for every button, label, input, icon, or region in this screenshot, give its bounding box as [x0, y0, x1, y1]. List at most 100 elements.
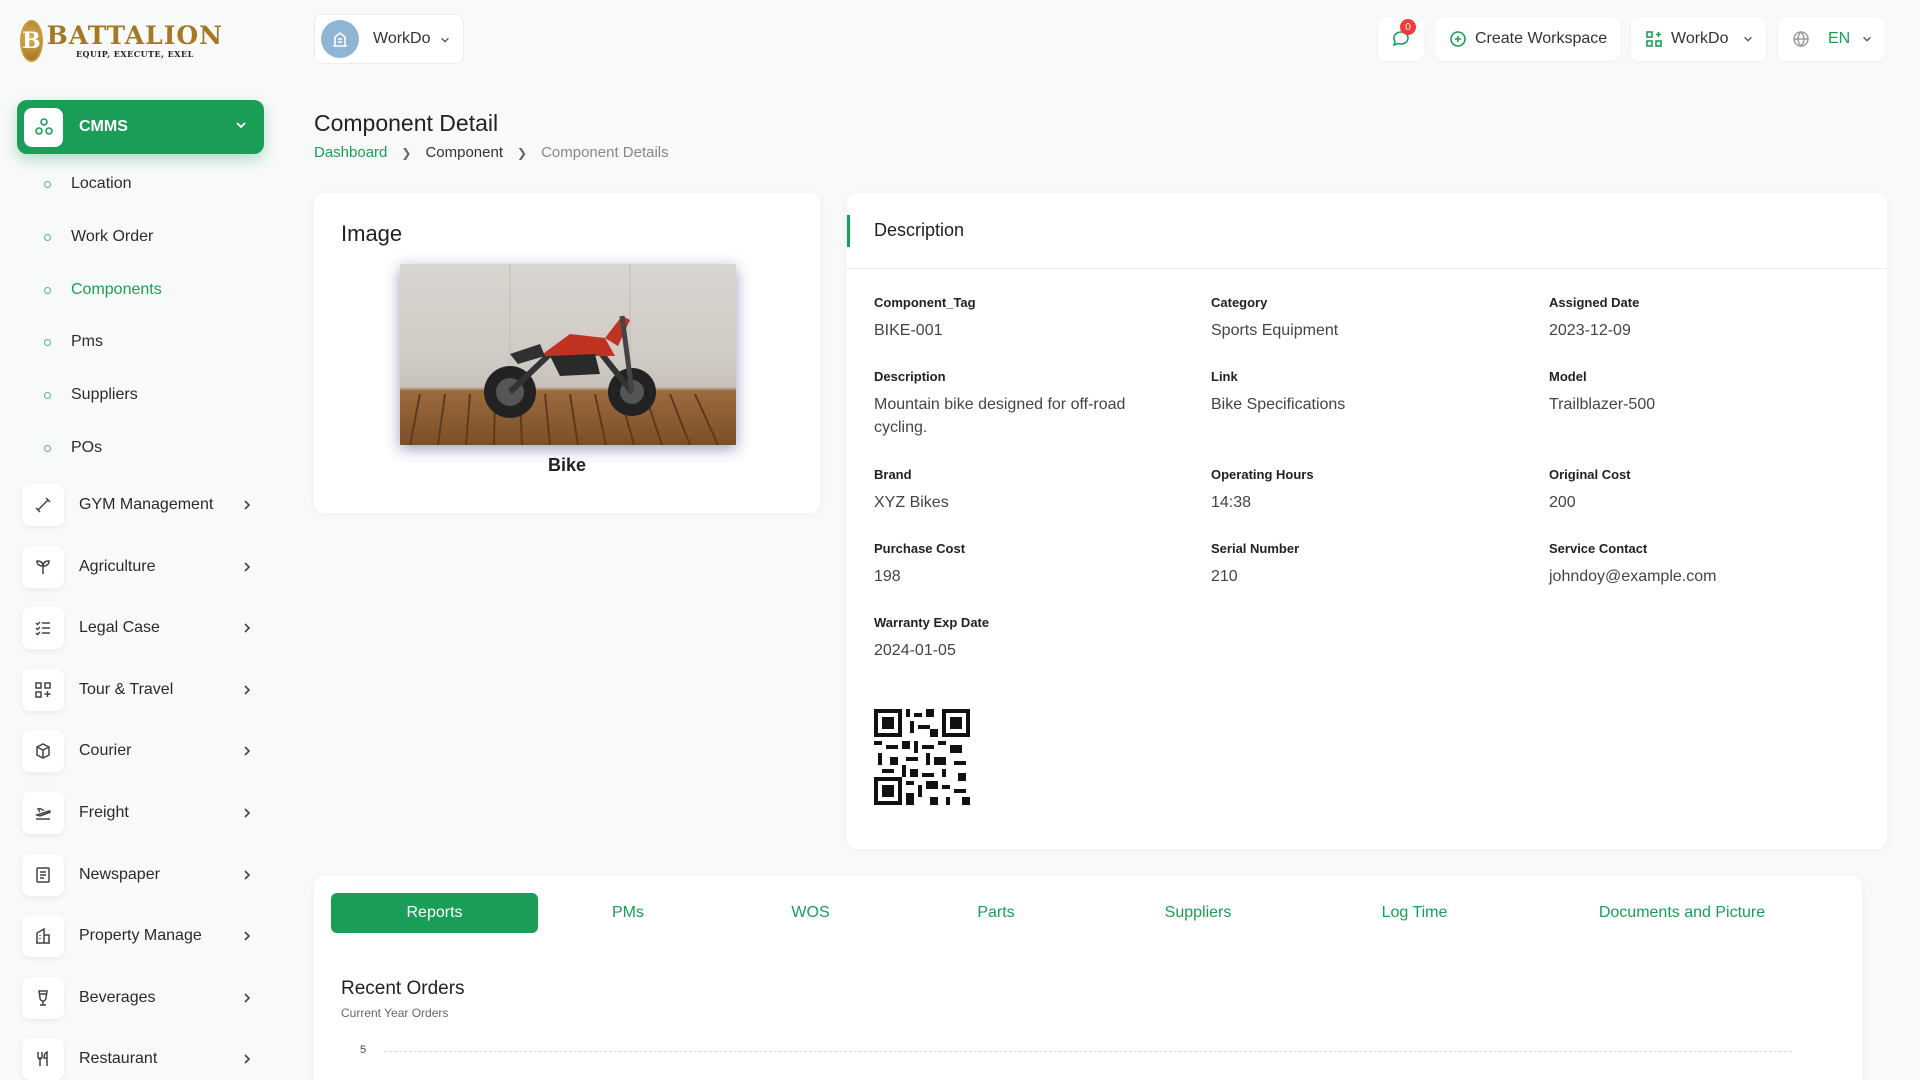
chevron-down-icon — [441, 37, 449, 43]
chart-gridline — [384, 1051, 1792, 1052]
field-value: 198 — [874, 568, 901, 585]
chevron-right-icon — [244, 870, 251, 880]
sidebar-subitem-components[interactable]: Components — [44, 278, 162, 302]
field-description: Description Mountain bike designed for o… — [874, 369, 1154, 439]
field-value[interactable]: Bike Specifications — [1211, 393, 1511, 416]
image-card-heading: Image — [341, 221, 403, 246]
sidebar-item-freight[interactable]: Freight — [22, 790, 262, 836]
logo-title: BATTALION — [46, 21, 224, 50]
plant-icon — [22, 546, 64, 588]
sidebar-subitem-label: Location — [71, 175, 132, 192]
field-value: johndoy@example.com — [1549, 568, 1717, 585]
brand-logo[interactable]: B BATTALION EQUIP, EXECUTE, EXEL — [20, 18, 224, 64]
field-label: Serial Number — [1211, 541, 1300, 556]
sidebar-item-legal-case[interactable]: Legal Case — [22, 605, 262, 651]
breadcrumb: Dashboard ❯ Component ❯ Component Detail… — [314, 144, 669, 161]
breadcrumb-separator-icon: ❯ — [517, 145, 528, 160]
tab-documents-and-picture[interactable]: Documents and Picture — [1522, 893, 1842, 933]
tab-bar: Reports PMs WOS Parts Suppliers Log Time… — [331, 893, 1842, 933]
grid-icon — [22, 669, 64, 711]
notification-count-badge: 0 — [1400, 19, 1416, 35]
field-value: 200 — [1549, 494, 1576, 511]
cmms-icon — [24, 107, 63, 147]
sidebar: B BATTALION EQUIP, EXECUTE, EXEL CMMS Lo… — [0, 0, 283, 1080]
chevron-right-icon — [244, 808, 251, 818]
sidebar-item-cmms[interactable]: CMMS — [17, 100, 264, 154]
sidebar-subitem-label: POs — [71, 439, 103, 456]
workdo-menu-button[interactable]: WorkDo — [1631, 17, 1766, 61]
sidebar-item-label: Legal Case — [79, 619, 160, 636]
field-original-cost: Original Cost 200 — [1549, 467, 1849, 514]
logo-badge-icon: B — [20, 20, 43, 62]
tab-parts[interactable]: Parts — [903, 893, 1089, 933]
sidebar-subitem-label: Suppliers — [71, 386, 138, 403]
sidebar-subitem-suppliers[interactable]: Suppliers — [44, 383, 138, 407]
chevron-down-icon — [1744, 36, 1752, 42]
field-value: 2024-01-05 — [874, 642, 956, 659]
tab-log-time[interactable]: Log Time — [1307, 893, 1522, 933]
component-image[interactable] — [400, 264, 736, 445]
image-caption: Bike — [547, 455, 587, 475]
description-card: Description Component_Tag BIKE-001 Categ… — [847, 193, 1887, 849]
sidebar-item-property-manage[interactable]: Property Manage — [22, 913, 262, 959]
page-title: Component Detail — [314, 110, 499, 136]
apps-icon — [1646, 31, 1662, 47]
sidebar-item-agriculture[interactable]: Agriculture — [22, 544, 262, 590]
tab-pms[interactable]: PMs — [538, 893, 718, 933]
sidebar-item-label: CMMS — [79, 118, 128, 135]
description-header: Description — [847, 193, 1887, 269]
bullet-icon — [44, 391, 51, 399]
field-service-contact: Service Contact johndoy@example.com — [1549, 541, 1849, 588]
utensils-icon — [22, 1038, 64, 1080]
breadcrumb-separator-icon: ❯ — [401, 145, 412, 160]
sidebar-subitem-location[interactable]: Location — [44, 172, 132, 196]
chevron-right-icon — [244, 623, 251, 633]
field-value: 14:38 — [1211, 494, 1252, 511]
sidebar-item-tour-travel[interactable]: Tour & Travel — [22, 667, 262, 713]
sidebar-item-beverages[interactable]: Beverages — [22, 975, 262, 1021]
sidebar-subitem-work-order[interactable]: Work Order — [44, 225, 153, 249]
field-label: Original Cost — [1549, 467, 1631, 482]
workspace-select[interactable]: WorkDo — [314, 14, 464, 64]
field-label: Purchase Cost — [874, 541, 966, 556]
sidebar-item-newspaper[interactable]: Newspaper — [22, 852, 262, 898]
breadcrumb-current: Component Details — [541, 144, 669, 161]
field-value: 210 — [1211, 568, 1238, 585]
field-serial-number: Serial Number 210 — [1211, 541, 1511, 588]
sidebar-subitem-pos[interactable]: POs — [44, 436, 102, 460]
qr-code-icon[interactable] — [874, 709, 970, 805]
breadcrumb-dashboard[interactable]: Dashboard — [314, 144, 387, 161]
field-warranty-exp-date: Warranty Exp Date 2024-01-05 — [874, 615, 1174, 662]
sidebar-item-label: Property Manage — [79, 927, 202, 944]
workspace-avatar-icon — [321, 20, 359, 58]
tab-reports[interactable]: Reports — [331, 893, 538, 933]
tab-suppliers[interactable]: Suppliers — [1089, 893, 1307, 933]
field-value: Sports Equipment — [1211, 322, 1339, 339]
sidebar-subitem-pms[interactable]: Pms — [44, 330, 103, 354]
logo-text: BATTALION EQUIP, EXECUTE, EXEL — [46, 21, 224, 60]
language-select[interactable]: EN — [1778, 17, 1885, 61]
field-label: Model — [1549, 369, 1587, 384]
field-label: Description — [874, 369, 946, 384]
field-value: 2023-12-09 — [1549, 322, 1631, 339]
sidebar-item-gym-management[interactable]: GYM Management — [22, 482, 262, 528]
field-value: BIKE-001 — [874, 322, 943, 339]
sidebar-subitem-label: Pms — [71, 333, 103, 350]
language-label: EN — [1828, 30, 1851, 47]
field-purchase-cost: Purchase Cost 198 — [874, 541, 1174, 588]
field-brand: Brand XYZ Bikes — [874, 467, 1174, 514]
sidebar-item-label: Newspaper — [79, 866, 160, 883]
field-label: Link — [1211, 369, 1238, 384]
create-workspace-button[interactable]: Create Workspace — [1435, 17, 1620, 61]
breadcrumb-component[interactable]: Component — [425, 144, 503, 161]
notifications-button[interactable]: 0 — [1378, 17, 1424, 61]
field-label: Component_Tag — [874, 295, 976, 310]
sidebar-item-courier[interactable]: Courier — [22, 728, 262, 774]
tab-wos[interactable]: WOS — [718, 893, 903, 933]
checklist-icon — [22, 607, 64, 649]
sidebar-item-restaurant[interactable]: Restaurant — [22, 1036, 262, 1080]
plane-icon — [22, 792, 64, 834]
chevron-right-icon — [244, 746, 251, 756]
field-link: Link Bike Specifications — [1211, 369, 1511, 416]
chart-y-tick: 5 — [360, 1044, 367, 1056]
